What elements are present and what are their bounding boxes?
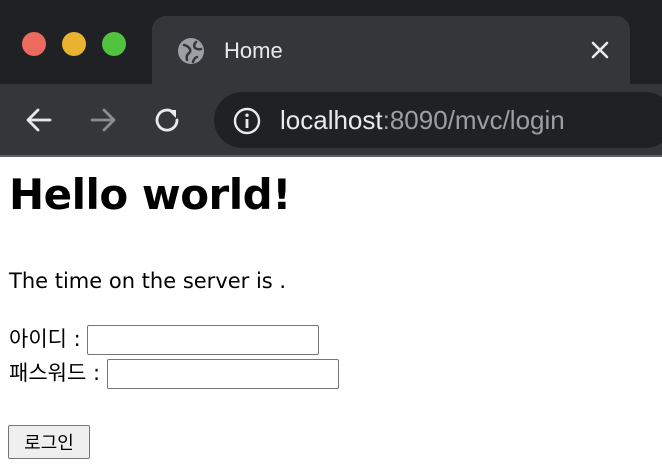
url-path: :8090/mvc/login (382, 105, 565, 135)
reload-icon[interactable] (150, 103, 184, 137)
tab-title: Home (224, 38, 283, 63)
close-icon[interactable] (588, 38, 612, 62)
url-host: localhost (280, 105, 383, 135)
login-button[interactable]: 로그인 (8, 425, 90, 459)
page-content: Hello world! The time on the server is .… (0, 157, 662, 476)
arrow-right-icon[interactable] (86, 103, 120, 137)
tab-strip: Home (0, 0, 662, 84)
minimize-window-button[interactable] (62, 32, 86, 56)
tab-home[interactable]: Home (152, 16, 630, 84)
password-label: 패스워드 : (9, 361, 101, 385)
server-time-text: The time on the server is . (9, 269, 287, 293)
id-row: 아이디 : (9, 325, 320, 355)
url-text[interactable]: localhost:8090/mvc/login (280, 104, 565, 136)
id-input[interactable] (87, 325, 320, 355)
maximize-window-button[interactable] (102, 32, 126, 56)
browser-toolbar: localhost:8090/mvc/login (0, 84, 662, 157)
password-row: 패스워드 : (9, 359, 339, 389)
browser-chrome: Home localhost:8090/mvc/login (0, 0, 662, 157)
password-input[interactable] (106, 359, 339, 389)
address-bar[interactable]: localhost:8090/mvc/login (214, 92, 662, 148)
id-label: 아이디 : (9, 327, 81, 351)
close-window-button[interactable] (22, 32, 46, 56)
page-heading: Hello world! (9, 170, 291, 219)
arrow-left-icon[interactable] (22, 103, 56, 137)
info-icon[interactable] (232, 106, 262, 136)
globe-icon (178, 38, 204, 64)
